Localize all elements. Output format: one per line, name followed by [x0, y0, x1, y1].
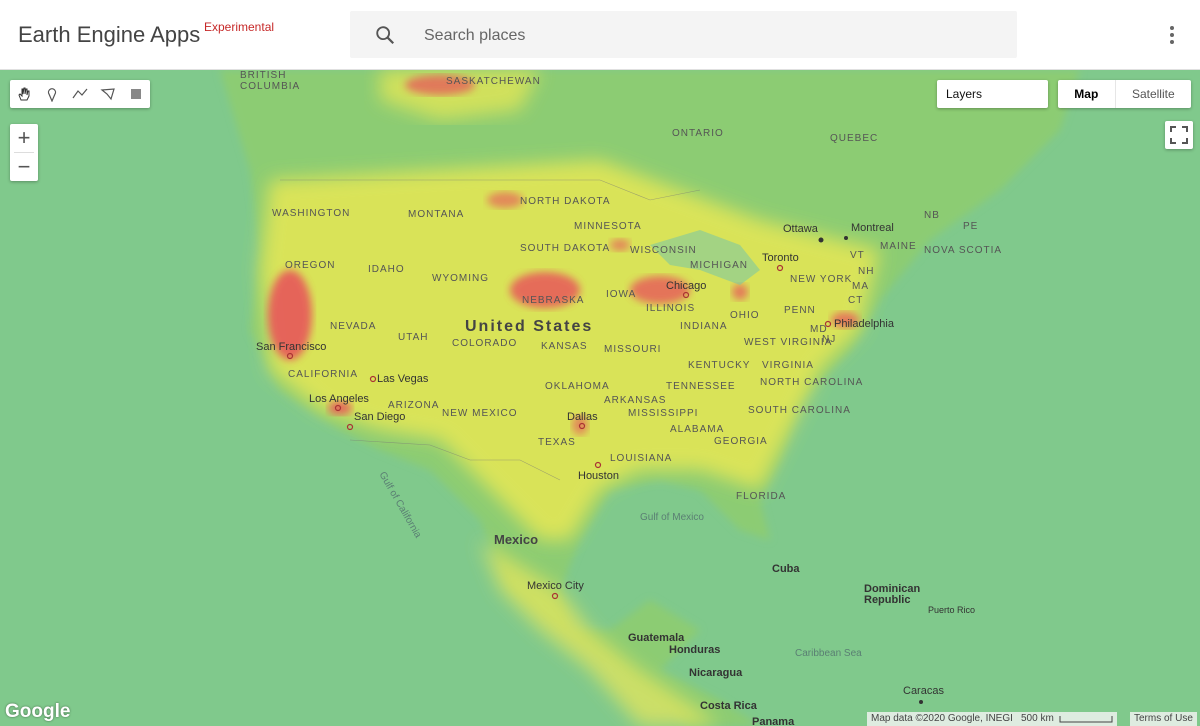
map-canvas[interactable]: BRITISH COLUMBIA SASKATCHEWAN ONTARIO QU… — [0, 70, 1200, 726]
google-logo[interactable]: Google — [5, 701, 70, 723]
search-icon[interactable] — [374, 24, 396, 46]
terms-of-use-link[interactable]: Terms of Use — [1130, 712, 1197, 726]
rectangle-icon[interactable] — [122, 80, 150, 108]
zoom-in-button[interactable]: + — [10, 124, 38, 152]
polyline-icon[interactable] — [66, 80, 94, 108]
scale-bar-line — [1059, 716, 1113, 723]
scale-bar[interactable]: 500 km — [1017, 712, 1117, 726]
search-box[interactable] — [350, 11, 1017, 58]
drawing-toolbar — [10, 80, 150, 108]
map-type-satellite-button[interactable]: Satellite — [1116, 80, 1191, 108]
scale-bar-label: 500 km — [1021, 713, 1054, 724]
map-type-map-button[interactable]: Map — [1058, 80, 1116, 108]
hand-icon[interactable] — [10, 80, 38, 108]
app-title[interactable]: Earth Engine Apps — [18, 22, 200, 48]
experimental-badge: Experimental — [204, 20, 275, 34]
zoom-out-button[interactable]: − — [10, 153, 38, 181]
map-type-control: Map Satellite — [1058, 80, 1191, 108]
polygon-icon[interactable] — [94, 80, 122, 108]
search-input[interactable] — [422, 21, 986, 50]
fullscreen-button[interactable] — [1165, 121, 1193, 149]
zoom-control: + − — [10, 124, 38, 181]
more-vert-icon[interactable] — [1163, 24, 1181, 46]
layers-button[interactable]: Layers — [937, 80, 1048, 108]
top-bar: Earth Engine Apps Experimental — [0, 0, 1200, 70]
fullscreen-icon — [1170, 126, 1188, 144]
city-markers — [286, 236, 923, 704]
map-data-attribution[interactable]: Map data ©2020 Google, INEGI — [867, 712, 1017, 726]
marker-icon[interactable] — [38, 80, 66, 108]
